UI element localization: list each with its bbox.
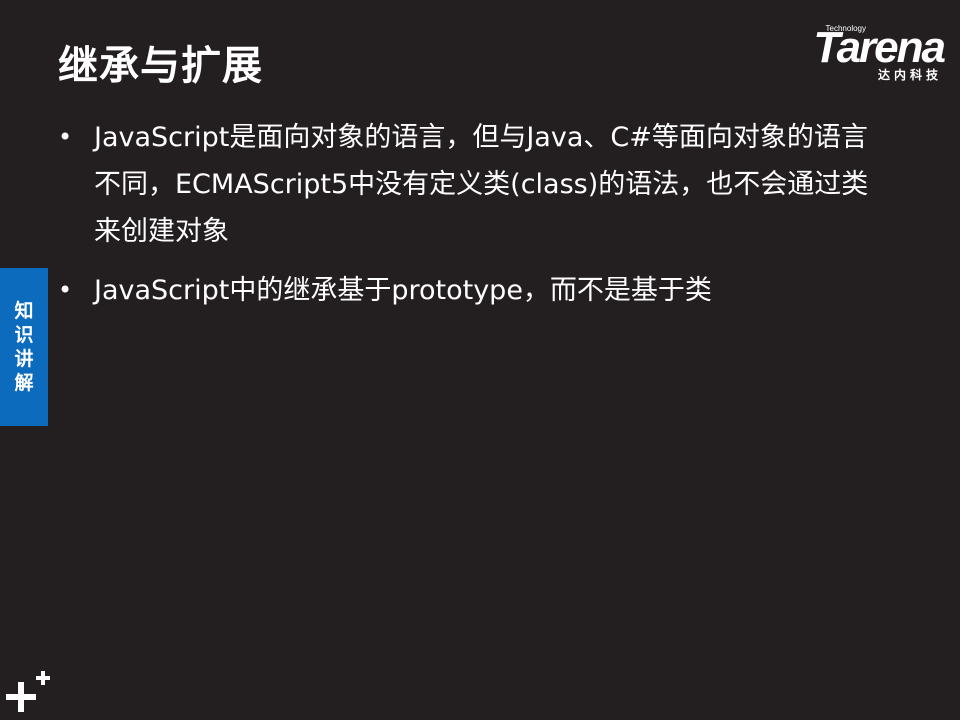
side-tab-char: 知 xyxy=(14,300,34,322)
logo-wordmark: Tarena xyxy=(813,23,946,72)
bullet-item: • JavaScript是面向对象的语言，但与Java、C#等面向对象的语言不同… xyxy=(54,114,884,255)
side-tab-char: 解 xyxy=(14,372,34,394)
bullet-list: • JavaScript是面向对象的语言，但与Java、C#等面向对象的语言不同… xyxy=(54,114,884,326)
bullet-marker: • xyxy=(58,123,73,151)
side-tab-char: 识 xyxy=(14,324,34,346)
bullet-marker: • xyxy=(58,276,73,304)
slide: 继承与扩展 Technology Tarena 达内科技 • JavaScrip… xyxy=(0,0,960,720)
bullet-text: JavaScript是面向对象的语言，但与Java、C#等面向对象的语言不同，E… xyxy=(94,122,869,247)
tarena-logo: Technology Tarena 达内科技 xyxy=(778,22,946,84)
side-tab-char: 讲 xyxy=(14,348,34,370)
bullet-text: JavaScript中的继承基于prototype，而不是基于类 xyxy=(94,275,712,306)
plus-plus-icon xyxy=(6,671,50,712)
side-tab-knowledge: 知 识 讲 解 xyxy=(0,268,48,426)
slide-title: 继承与扩展 xyxy=(58,43,263,89)
logo-chinese-text: 达内科技 xyxy=(877,68,942,82)
bullet-item: • JavaScript中的继承基于prototype，而不是基于类 xyxy=(54,267,884,314)
